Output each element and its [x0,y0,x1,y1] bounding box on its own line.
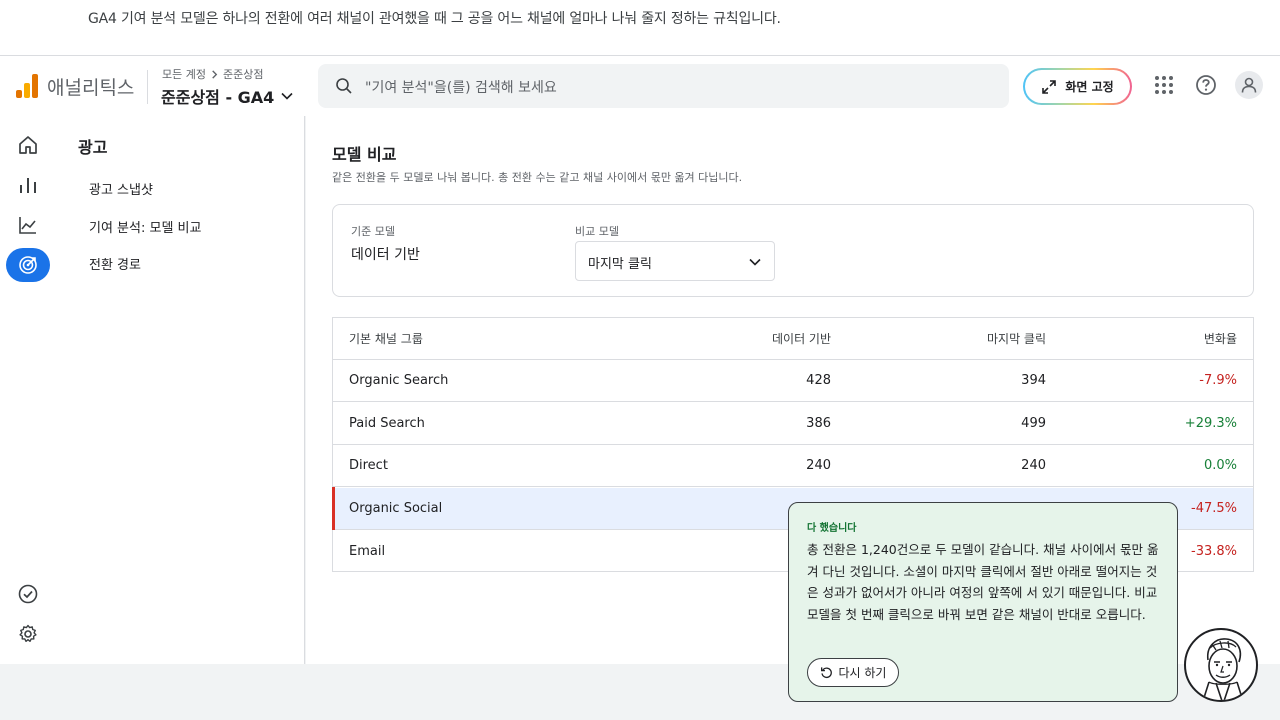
header-channel[interactable]: 기본 채널 그룹 [349,318,423,359]
fix-screen-label: 화면 고정 [1065,80,1114,94]
cell-change: -33.8% [1191,543,1237,559]
breadcrumb[interactable]: 모든 계정 준준상점 [162,66,263,82]
cell-last-click: 394 [1021,373,1046,388]
help-icon[interactable] [1193,72,1219,98]
banner-text: GA4 기여 분석 모델은 하나의 전환에 여러 채널이 관여했을 때 그 공을… [88,11,781,27]
base-model-value: 데이터 기반 [351,247,420,263]
cell-last-click: 499 [1021,416,1046,431]
property-name: 준준상점 - GA4 [161,88,275,107]
search-bar[interactable]: "기여 분석"을(를) 검색해 보세요 [318,64,1009,108]
bar-chart-icon[interactable] [6,168,50,202]
subnav-item-snapshot[interactable]: 광고 스냅샷 [89,179,153,198]
cell-channel: Email [349,543,386,559]
tutorial-tooltip: 다 했습니다 총 전환은 1,240건으로 두 모델이 같습니다. 채널 사이에… [788,502,1178,702]
cell-change: 0.0% [1203,458,1237,473]
expand-icon [1042,79,1057,94]
subnav-item-model-comparison[interactable]: 기여 분석: 모델 비교 [89,217,201,236]
base-model-label: 기준 모델 [351,225,395,238]
tooltip-body: 총 전환은 1,240건으로 두 모델이 같습니다. 채널 사이에서 몫만 옮겨… [807,542,1159,622]
page-subtitle: 같은 전환을 두 모델로 나눠 봅니다. 총 전환 수는 같고 채널 사이에서 … [332,171,743,184]
tutorial-banner: GA4 기여 분석 모델은 하나의 전환에 여러 채널이 관여했을 때 그 공을… [0,0,1280,56]
cell-last-click: 240 [1021,458,1046,473]
navigation-rail [0,116,56,664]
header-data-driven[interactable]: 데이터 기반 [772,318,831,359]
model-settings-card: 기준 모델 데이터 기반 비교 모델 마지막 클릭 [332,204,1254,297]
table-row[interactable]: Paid Search 386 499 +29.3% [333,403,1253,445]
app-name: 애널리틱스 [47,77,135,99]
cell-change: -7.9% [1199,373,1237,388]
cell-data-driven: 240 [806,458,831,473]
home-icon[interactable] [6,128,50,162]
gear-icon[interactable] [6,617,50,651]
breadcrumb-property[interactable]: 준준상점 [223,66,263,82]
analytics-logo[interactable] [16,74,38,98]
retry-label: 다시 하기 [838,666,887,680]
property-selector[interactable]: 준준상점 - GA4 [161,84,294,108]
table-row[interactable]: Direct 240 240 0.0% [333,445,1253,487]
account-icon[interactable] [1235,71,1263,99]
table-row[interactable]: Organic Search 428 394 -7.9% [333,360,1253,402]
line-chart-icon[interactable] [6,208,50,242]
target-icon[interactable] [6,248,50,282]
fix-screen-button[interactable]: 화면 고정 [1023,68,1132,105]
cell-data-driven: 428 [806,373,831,388]
search-placeholder: "기여 분석"을(를) 검색해 보세요 [365,80,557,96]
chevron-down-icon [749,258,761,266]
apps-grid-icon[interactable] [1151,72,1177,98]
refresh-icon [820,667,832,679]
divider [147,70,148,104]
header-last-click[interactable]: 마지막 클릭 [987,318,1046,359]
compare-model-value: 마지막 클릭 [588,257,652,272]
breadcrumb-account[interactable]: 모든 계정 [162,66,206,82]
advertising-subnav: 광고 광고 스냅샷 기여 분석: 모델 비교 전환 경로 [56,116,305,664]
chevron-right-icon [212,69,218,79]
cell-change: -47.5% [1191,501,1237,516]
search-icon [336,78,352,94]
cell-data-driven: 386 [806,416,831,431]
cell-channel: Direct [349,458,388,473]
check-circle-icon[interactable] [6,577,50,611]
compare-model-label: 비교 모델 [575,225,619,238]
chevron-down-icon [281,92,293,100]
cell-channel: Organic Search [349,373,449,388]
tooltip-title: 다 했습니다 [807,523,857,534]
cell-channel: Organic Social [349,501,443,516]
header-change[interactable]: 변화율 [1204,318,1237,359]
page-title: 모델 비교 [332,145,397,164]
mascot-avatar[interactable] [1184,628,1258,702]
retry-button[interactable]: 다시 하기 [807,658,899,687]
compare-model-select[interactable]: 마지막 클릭 [575,241,775,281]
table-header: 기본 채널 그룹 데이터 기반 마지막 클릭 변화율 [333,318,1253,360]
subnav-title: 광고 [78,138,108,157]
top-app-bar: 애널리틱스 모든 계정 준준상점 준준상점 - GA4 "기여 분석"을(를) … [0,56,1280,116]
cell-channel: Paid Search [349,416,425,431]
subnav-item-conversion-paths[interactable]: 전환 경로 [89,254,141,273]
cell-change: +29.3% [1184,416,1237,431]
mascot-illustration [1202,638,1244,700]
